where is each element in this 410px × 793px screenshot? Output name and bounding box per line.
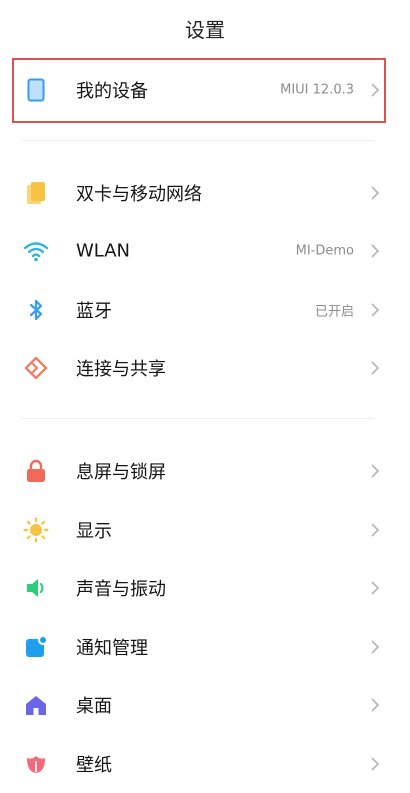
my-device-label: 我的设备 [76, 81, 148, 102]
settings-item-wallpaper[interactable]: 壁纸 [0, 735, 410, 793]
sim-card-icon [22, 179, 50, 207]
chevron-right-icon [371, 757, 380, 771]
wlan-network-name: MI-Demo [295, 243, 354, 259]
chevron-right-icon [371, 303, 380, 317]
divider [22, 418, 374, 419]
chevron-right-icon [371, 581, 380, 595]
settings-item-sound[interactable]: 声音与振动 [0, 559, 410, 617]
settings-item-bluetooth[interactable]: 蓝牙 已开启 [0, 281, 410, 339]
bluetooth-label: 蓝牙 [76, 301, 112, 322]
settings-item-dual-sim[interactable]: 双卡与移动网络 [0, 164, 410, 222]
settings-item-wlan[interactable]: WLAN MI-Demo [0, 222, 410, 280]
divider [22, 140, 374, 141]
flower-icon [22, 750, 50, 778]
connection-sharing-label: 连接与共享 [76, 359, 166, 380]
display-label: 显示 [76, 521, 112, 542]
notifications-label: 通知管理 [76, 638, 148, 659]
bluetooth-icon [22, 296, 50, 324]
chevron-right-icon [371, 698, 380, 712]
settings-item-display[interactable]: 显示 [0, 501, 410, 559]
bluetooth-status: 已开启 [314, 304, 354, 320]
wlan-label: WLAN [76, 240, 131, 262]
chevron-right-icon [371, 523, 380, 537]
settings-item-notifications[interactable]: 通知管理 [0, 618, 410, 676]
lock-screen-label: 息屏与锁屏 [76, 462, 166, 483]
chevron-right-icon [371, 361, 380, 375]
sound-label: 声音与振动 [76, 579, 166, 600]
settings-item-desktop[interactable]: 桌面 [0, 676, 410, 734]
my-device-version: MIUI 12.0.3 [280, 82, 354, 98]
device-icon [22, 76, 50, 104]
connection-sharing-icon [22, 354, 50, 382]
my-device-row[interactable]: 我的设备 MIUI 12.0.3 [0, 61, 410, 119]
sun-icon [22, 516, 50, 544]
chevron-right-icon [371, 244, 380, 258]
wifi-icon [22, 237, 50, 265]
settings-item-connection-sharing[interactable]: 连接与共享 [0, 339, 410, 397]
lock-icon [22, 457, 50, 485]
home-icon [22, 691, 50, 719]
speaker-icon [22, 574, 50, 602]
desktop-label: 桌面 [76, 696, 112, 717]
settings-item-lock-screen[interactable]: 息屏与锁屏 [0, 442, 410, 500]
notification-icon [22, 633, 50, 661]
chevron-right-icon [371, 186, 380, 200]
dual-sim-label: 双卡与移动网络 [76, 184, 202, 205]
chevron-right-icon [371, 83, 380, 97]
wallpaper-label: 壁纸 [76, 755, 112, 776]
chevron-right-icon [371, 464, 380, 478]
page-title: 设置 [185, 18, 225, 42]
chevron-right-icon [371, 640, 380, 654]
